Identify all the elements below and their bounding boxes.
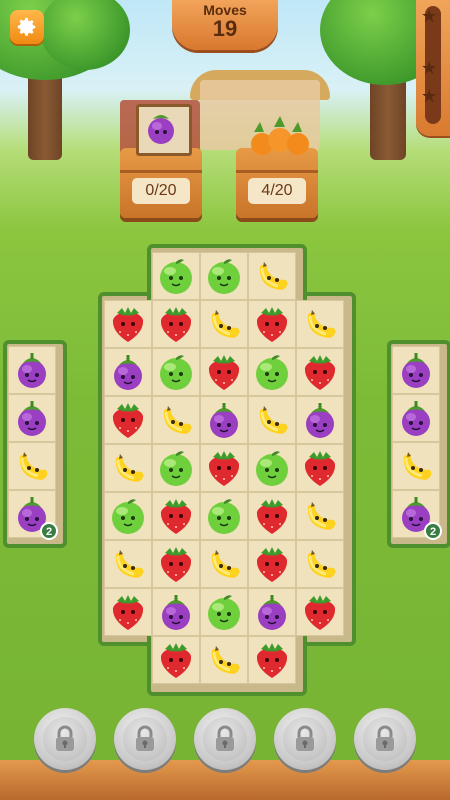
star-icon: ★ bbox=[421, 86, 438, 107]
banana-icon[interactable] bbox=[108, 544, 148, 584]
lock-icon bbox=[376, 725, 394, 751]
banana-icon[interactable] bbox=[204, 544, 244, 584]
strawberry-icon[interactable] bbox=[108, 592, 148, 632]
eggplant-goal-sign bbox=[136, 104, 192, 156]
strawberry-icon[interactable] bbox=[252, 304, 292, 344]
strawberry-icon[interactable] bbox=[300, 592, 340, 632]
settings-button[interactable] bbox=[10, 10, 44, 44]
apple-icon[interactable] bbox=[204, 496, 244, 536]
eggplant-icon[interactable] bbox=[108, 352, 148, 392]
booster-slot bbox=[283, 717, 327, 761]
strawberry-icon[interactable] bbox=[204, 448, 244, 488]
eggplant-icon[interactable] bbox=[396, 350, 436, 390]
eggplant-icon bbox=[148, 115, 174, 144]
left-column-badge: 2 bbox=[40, 522, 58, 540]
right-column-badge: 2 bbox=[424, 522, 442, 540]
apple-icon[interactable] bbox=[204, 592, 244, 632]
booster-slot bbox=[43, 717, 87, 761]
gear-icon bbox=[17, 17, 36, 36]
strawberry-icon[interactable] bbox=[252, 496, 292, 536]
banana-icon[interactable] bbox=[300, 496, 340, 536]
banana-icon[interactable] bbox=[108, 448, 148, 488]
booster-slot bbox=[363, 717, 407, 761]
booster-1-button[interactable] bbox=[34, 708, 96, 770]
strawberry-icon[interactable] bbox=[156, 640, 196, 680]
apple-icon[interactable] bbox=[156, 256, 196, 296]
apple-icon[interactable] bbox=[156, 352, 196, 392]
booster-2-button[interactable] bbox=[114, 708, 176, 770]
lock-icon bbox=[136, 725, 154, 751]
strawberry-icon[interactable] bbox=[252, 544, 292, 584]
goal-count-eggplant: 0/20 bbox=[132, 178, 190, 204]
carrot-pile-icon bbox=[251, 116, 309, 155]
game-screen: Moves 19 ★ ★ ★ 0/20 4/20 2 2 bbox=[0, 0, 450, 800]
strawberry-icon[interactable] bbox=[156, 544, 196, 584]
eggplant-icon[interactable] bbox=[156, 592, 196, 632]
apple-icon[interactable] bbox=[252, 448, 292, 488]
apple-icon[interactable] bbox=[204, 256, 244, 296]
lock-icon bbox=[56, 725, 74, 751]
booster-5-button[interactable] bbox=[354, 708, 416, 770]
strawberry-icon[interactable] bbox=[300, 352, 340, 392]
eggplant-icon[interactable] bbox=[300, 400, 340, 440]
lock-icon bbox=[296, 725, 314, 751]
banana-icon[interactable] bbox=[12, 446, 52, 486]
star-progress-meter: ★ ★ ★ bbox=[416, 0, 450, 136]
eggplant-icon[interactable] bbox=[396, 398, 436, 438]
apple-icon[interactable] bbox=[108, 496, 148, 536]
banana-icon[interactable] bbox=[252, 400, 292, 440]
eggplant-icon[interactable] bbox=[252, 592, 292, 632]
goal-crate-eggplant: 0/20 bbox=[120, 148, 202, 218]
banana-icon[interactable] bbox=[252, 256, 292, 296]
banana-icon[interactable] bbox=[396, 446, 436, 486]
star-icon: ★ bbox=[421, 6, 438, 27]
lock-icon bbox=[216, 725, 234, 751]
banana-icon[interactable] bbox=[204, 640, 244, 680]
banana-icon[interactable] bbox=[300, 544, 340, 584]
booster-4-button[interactable] bbox=[274, 708, 336, 770]
eggplant-icon[interactable] bbox=[204, 400, 244, 440]
booster-3-button[interactable] bbox=[194, 708, 256, 770]
moves-panel: Moves 19 bbox=[172, 0, 278, 50]
booster-slot bbox=[203, 717, 247, 761]
booster-slot bbox=[123, 717, 167, 761]
strawberry-icon[interactable] bbox=[108, 400, 148, 440]
strawberry-icon[interactable] bbox=[300, 448, 340, 488]
eggplant-icon[interactable] bbox=[12, 398, 52, 438]
goal-count-carrot: 4/20 bbox=[248, 178, 306, 204]
strawberry-icon[interactable] bbox=[252, 640, 292, 680]
banana-icon[interactable] bbox=[300, 304, 340, 344]
apple-icon[interactable] bbox=[156, 448, 196, 488]
banana-icon[interactable] bbox=[204, 304, 244, 344]
moves-count: 19 bbox=[212, 16, 238, 41]
strawberry-icon[interactable] bbox=[204, 352, 244, 392]
apple-icon[interactable] bbox=[252, 352, 292, 392]
banana-icon[interactable] bbox=[156, 400, 196, 440]
eggplant-icon[interactable] bbox=[12, 350, 52, 390]
strawberry-icon[interactable] bbox=[156, 496, 196, 536]
strawberry-icon[interactable] bbox=[108, 304, 148, 344]
star-icon: ★ bbox=[421, 58, 438, 79]
strawberry-icon[interactable] bbox=[156, 304, 196, 344]
